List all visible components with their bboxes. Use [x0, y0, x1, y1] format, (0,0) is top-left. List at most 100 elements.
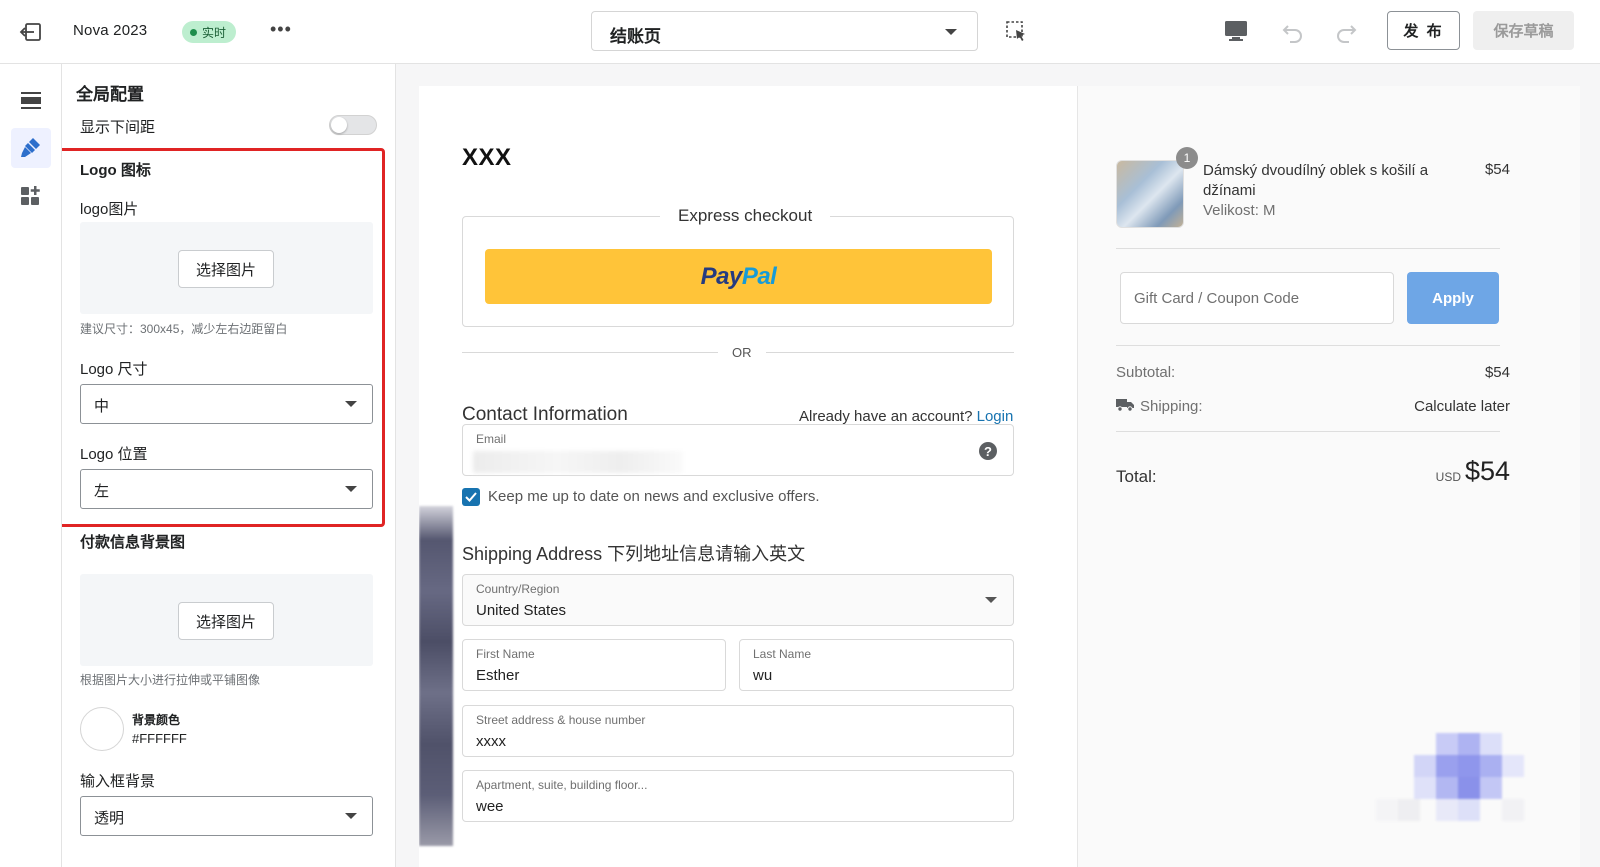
- help-icon[interactable]: ?: [979, 442, 997, 460]
- or-label: OR: [718, 345, 766, 360]
- email-field[interactable]: Email ?: [462, 424, 1014, 476]
- country-value: United States: [476, 602, 567, 619]
- apartment-label: Apartment, suite, building floor...: [476, 778, 648, 792]
- coupon-placeholder: Gift Card / Coupon Code: [1134, 290, 1300, 307]
- bg-color-label: 背景颜色: [132, 713, 181, 727]
- newsletter-checkbox[interactable]: [462, 488, 480, 506]
- total-amount: $54: [1464, 456, 1510, 486]
- logo-size-label: Logo 尺寸: [80, 361, 148, 378]
- first-name-field[interactable]: First Name Esther: [462, 639, 726, 691]
- subtotal-label: Subtotal:: [1116, 364, 1176, 381]
- paypal-logo: PayPal: [701, 263, 777, 291]
- truck-icon: [1116, 398, 1134, 412]
- product-variant: Velikost: M: [1203, 202, 1276, 219]
- country-label: Country/Region: [476, 582, 560, 596]
- desktop-icon[interactable]: [1223, 19, 1249, 43]
- live-badge: 实时: [182, 21, 237, 43]
- express-checkout-title: Express checkout: [660, 206, 831, 226]
- contact-title: Contact Information: [462, 404, 628, 425]
- coupon-input[interactable]: Gift Card / Coupon Code: [1120, 272, 1394, 324]
- product-thumbnail: [1116, 160, 1184, 228]
- paypal-button[interactable]: PayPal: [485, 249, 992, 304]
- logo-position-select[interactable]: 左: [80, 469, 373, 509]
- payment-bg-hint: 根据图片大小进行拉伸或平铺图像: [80, 673, 261, 687]
- logo-size-select[interactable]: 中: [80, 384, 373, 424]
- street-field[interactable]: Street address & house number xxxx: [462, 705, 1014, 757]
- logo-size-value: 中: [94, 398, 110, 415]
- bg-color-value: #FFFFFF: [132, 731, 187, 746]
- total-currency: USD: [1435, 470, 1461, 484]
- bottom-spacing-toggle[interactable]: [329, 115, 377, 135]
- apartment-value: wee: [476, 798, 504, 815]
- logo-choose-image-button[interactable]: 选择图片: [178, 250, 274, 288]
- logo-image-label: logo图片: [80, 201, 139, 218]
- payment-bg-choose-image-button[interactable]: 选择图片: [178, 602, 274, 640]
- chevron-down-icon: [945, 29, 957, 35]
- check-icon: [465, 492, 477, 502]
- account-question: Already have an account? Login: [799, 408, 1013, 425]
- apply-coupon-button[interactable]: Apply: [1407, 272, 1499, 324]
- newsletter-label: Keep me up to date on news and exclusive…: [488, 488, 820, 505]
- left-rail: [0, 64, 62, 867]
- settings-panel: 全局配置 显示下间距 Logo 图标 logo图片 选择图片 建议尺寸：300x…: [62, 64, 396, 867]
- shipping-title: Shipping Address 下列地址信息请输入英文: [462, 544, 806, 564]
- apartment-field[interactable]: Apartment, suite, building floor... wee: [462, 770, 1014, 822]
- logo-section-title: Logo 图标: [80, 162, 151, 179]
- live-badge-label: 实时: [202, 25, 227, 40]
- chevron-down-icon: [345, 486, 357, 492]
- undo-icon[interactable]: [1280, 19, 1306, 45]
- live-dot-icon: [190, 28, 197, 36]
- quantity-badge: 1: [1176, 147, 1198, 169]
- chevron-down-icon: [985, 597, 997, 603]
- last-name-value: wu: [753, 667, 773, 684]
- input-bg-select[interactable]: 透明: [80, 796, 373, 836]
- app-name: Nova 2023: [73, 22, 148, 39]
- blurred-image-strip: [419, 506, 453, 846]
- shipping-label: Shipping:: [1140, 398, 1203, 415]
- page-select-value: 结账页: [610, 27, 661, 46]
- email-label: Email: [476, 432, 507, 446]
- last-name-label: Last Name: [753, 647, 812, 661]
- chevron-down-icon: [345, 813, 357, 819]
- summary-divider: [1116, 431, 1500, 432]
- redo-icon[interactable]: [1333, 19, 1359, 45]
- bg-color-swatch[interactable]: [80, 707, 124, 751]
- page-select[interactable]: 结账页: [591, 11, 978, 51]
- sections-icon[interactable]: [11, 80, 51, 120]
- more-icon[interactable]: •••: [270, 20, 294, 42]
- select-tool-icon[interactable]: [1005, 20, 1029, 44]
- publish-button[interactable]: 发 布: [1387, 11, 1460, 50]
- payment-bg-title: 付款信息背景图: [80, 534, 186, 551]
- logo-position-value: 左: [94, 483, 110, 500]
- first-name-value: Esther: [476, 667, 520, 684]
- logo-upload-area: 选择图片: [80, 222, 373, 314]
- subtotal-value: $54: [1484, 364, 1510, 381]
- save-draft-button[interactable]: 保存草稿: [1473, 11, 1574, 50]
- store-logo: XXX: [462, 144, 512, 171]
- total-label: Total:: [1116, 467, 1157, 486]
- street-value: xxxx: [476, 733, 506, 750]
- product-name: Dámský dvoudílný oblek s košilí a džínam…: [1203, 162, 1429, 199]
- theme-brush-icon[interactable]: [11, 128, 51, 168]
- input-bg-value: 透明: [94, 810, 125, 827]
- summary-divider: [1116, 248, 1500, 249]
- toggle-knob: [331, 117, 347, 133]
- logo-position-label: Logo 位置: [80, 446, 148, 463]
- apps-icon[interactable]: [11, 176, 51, 216]
- summary-divider: [1116, 345, 1500, 346]
- paypal-logo-pay: Pay: [700, 262, 743, 290]
- exit-icon[interactable]: [18, 18, 48, 46]
- login-link[interactable]: Login: [977, 408, 1014, 425]
- pixelated-graphic: [1376, 733, 1524, 821]
- account-question-text: Already have an account?: [799, 408, 973, 425]
- paypal-logo-pal: Pal: [741, 262, 777, 290]
- input-bg-label: 输入框背景: [80, 773, 156, 790]
- bottom-spacing-label: 显示下间距: [80, 119, 156, 136]
- first-name-label: First Name: [476, 647, 535, 661]
- street-label: Street address & house number: [476, 713, 646, 727]
- chevron-down-icon: [345, 401, 357, 407]
- last-name-field[interactable]: Last Name wu: [739, 639, 1014, 691]
- panel-title: 全局配置: [76, 85, 144, 104]
- email-value-blurred: [473, 451, 683, 473]
- country-select[interactable]: Country/Region United States: [462, 574, 1014, 626]
